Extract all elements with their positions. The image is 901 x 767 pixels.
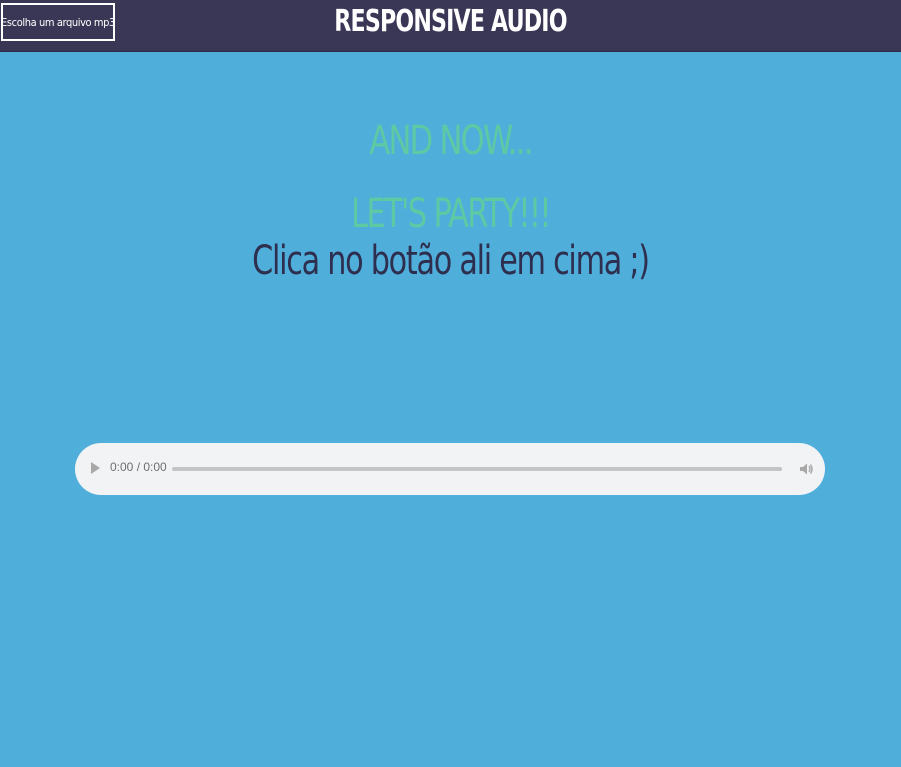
volume-icon[interactable] [798, 461, 814, 477]
app-title: RESPONSIVE AUDIO [334, 4, 567, 39]
audio-player: 0:00 / 0:00 [75, 443, 825, 495]
top-bar: Escolha um arquivo mp3 RESPONSIVE AUDIO [0, 0, 901, 52]
hero-line-1: AND NOW... [369, 118, 533, 164]
hero-line-2: LET'S PARTY!!! [351, 191, 552, 237]
play-icon[interactable] [91, 462, 100, 474]
time-display: 0:00 / 0:00 [110, 460, 167, 474]
hint-text: Clica no botão ali em cima ;) [252, 238, 650, 284]
progress-bar[interactable] [172, 467, 782, 471]
